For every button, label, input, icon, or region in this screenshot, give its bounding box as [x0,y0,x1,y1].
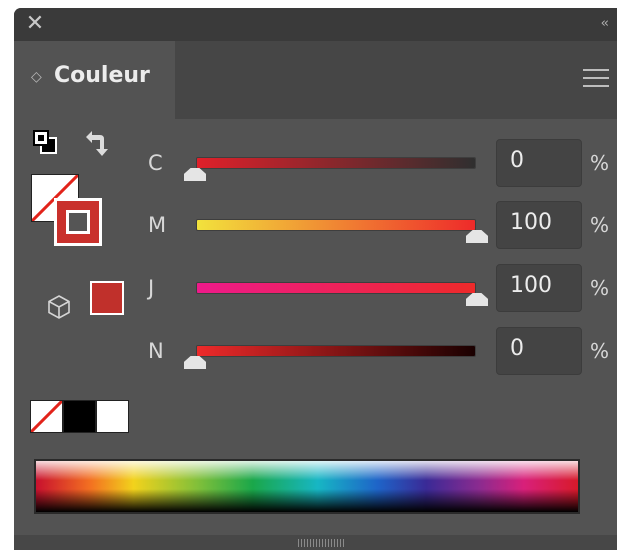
value-field[interactable]: 100 [496,201,582,249]
slider-thumb[interactable] [184,168,206,181]
slider-track[interactable] [197,220,475,230]
black-swatch[interactable] [63,400,96,433]
panel-titlebar: ✕ ‹‹ [14,8,617,41]
hamburger-menu-icon[interactable] [583,69,609,89]
slider-thumb[interactable] [184,356,206,369]
panel-tabbar: ◇ Couleur [14,41,617,119]
percent-label: % [590,213,610,237]
updown-arrows-icon[interactable]: ◇ [31,69,42,85]
percent-label: % [590,151,610,175]
slider-label: C [148,151,163,175]
color-spectrum[interactable] [34,459,580,514]
slider-thumb[interactable] [466,230,488,243]
color-panel: ✕ ‹‹ ◇ Couleur C 0 % M 100 % J 100 % N 0… [14,8,617,550]
value-field[interactable]: 100 [496,264,582,312]
slider-track[interactable] [197,158,475,168]
percent-label: % [590,276,610,300]
close-icon[interactable]: ✕ [25,13,45,35]
percent-label: % [590,339,610,363]
resize-grip[interactable] [298,539,344,547]
tab-couleur[interactable]: ◇ Couleur [14,41,175,119]
panel-resize-bar [14,535,617,550]
slider-track[interactable] [197,346,475,356]
slider-label: M [148,213,167,237]
white-swatch[interactable] [96,400,129,433]
slider-thumb[interactable] [466,293,488,306]
tab-title: Couleur [54,63,150,88]
slider-label: J [148,276,155,300]
quick-swatches [30,400,130,433]
value-field[interactable]: 0 [496,327,582,375]
none-swatch[interactable] [30,400,63,433]
slider-track[interactable] [197,283,475,293]
slider-row-n: N 0 % [14,327,617,399]
collapse-icon[interactable]: ‹‹ [601,16,610,31]
value-field[interactable]: 0 [496,139,582,187]
slider-label: N [148,339,164,363]
